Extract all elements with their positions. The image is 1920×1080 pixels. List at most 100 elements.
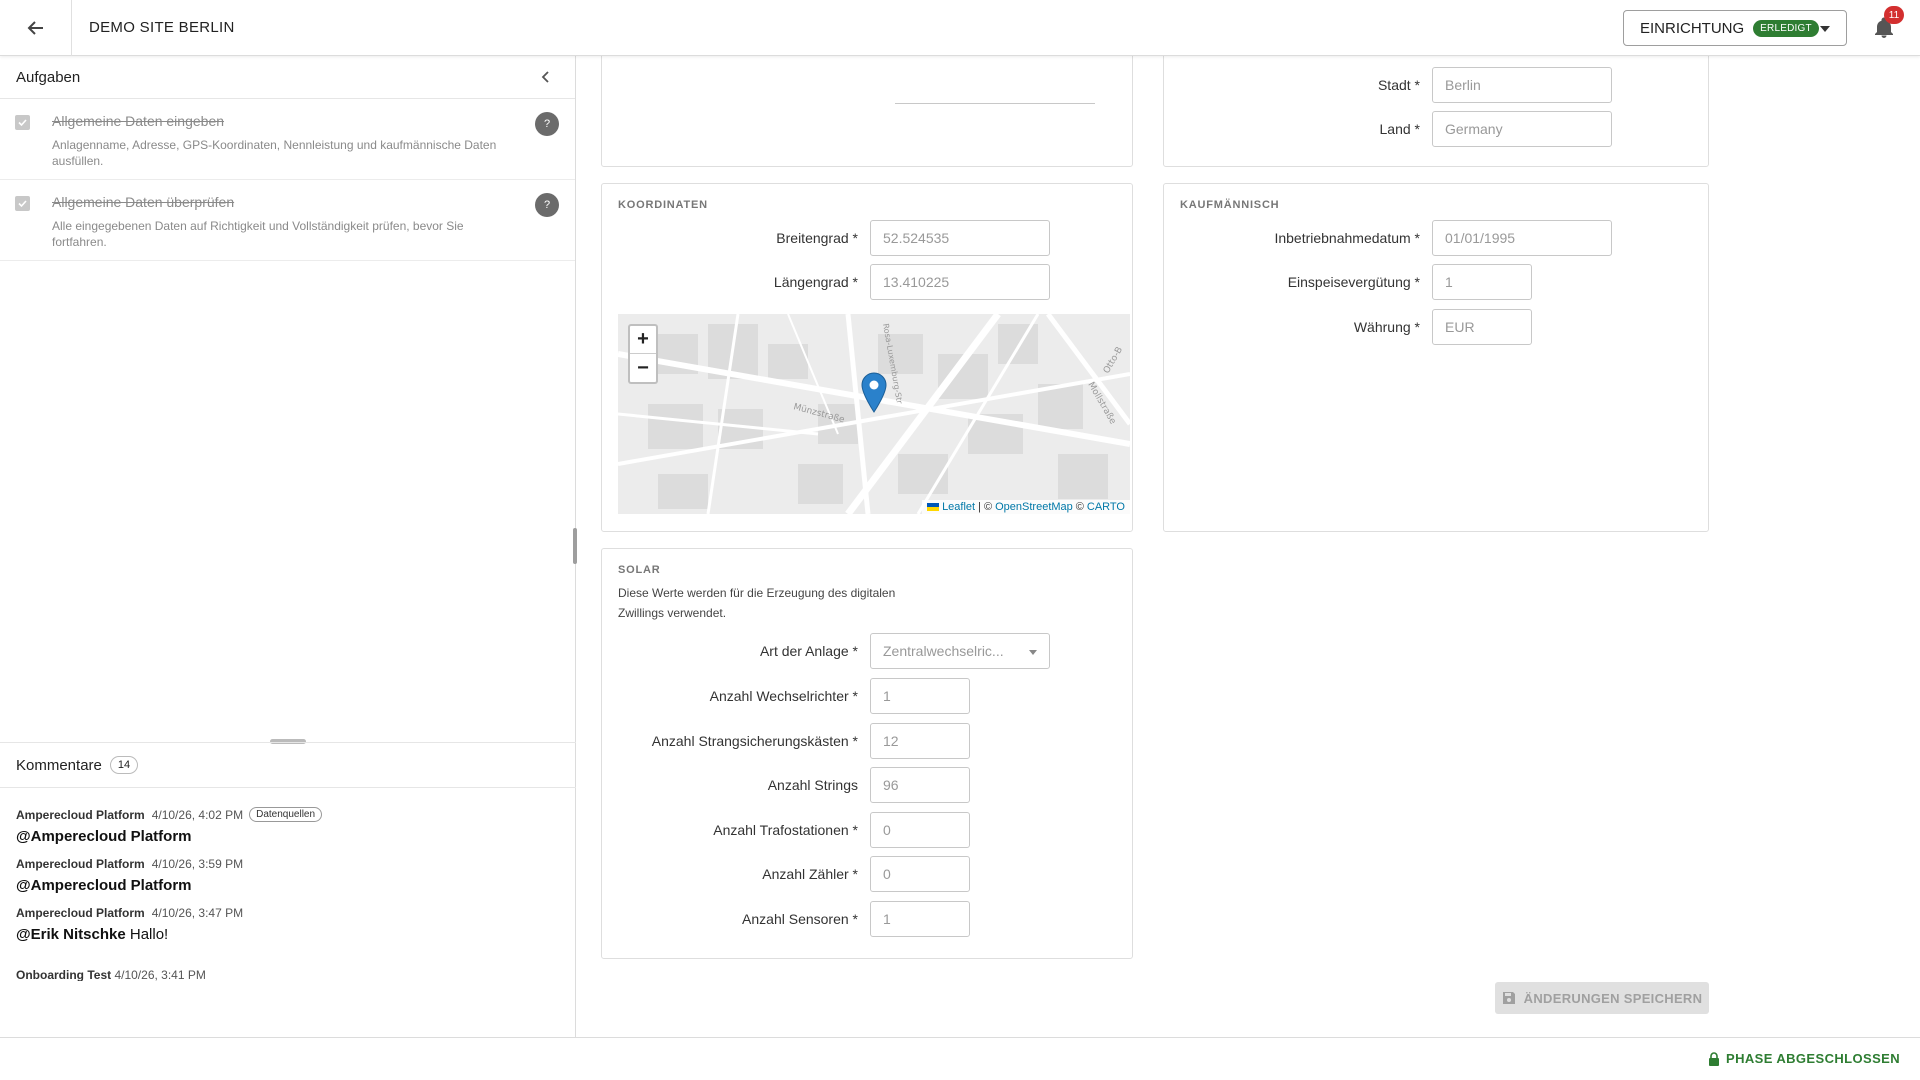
comment-item: Amperecloud Platform 4/10/26, 3:59 PM @A…: [16, 857, 576, 894]
site-title: DEMO SITE BERLIN: [89, 19, 235, 36]
longitude-label: Längengrad *: [773, 274, 858, 290]
save-changes-label: ÄNDERUNGEN SPEICHERN: [1523, 990, 1703, 1006]
currency-input[interactable]: EUR: [1432, 309, 1532, 345]
osm-link[interactable]: OpenStreetMap: [995, 501, 1073, 513]
city-input[interactable]: Berlin: [1432, 67, 1612, 103]
task-description: Alle eingegebenen Daten auf Richtigkeit …: [52, 219, 464, 249]
phase-select[interactable]: EINRICHTUNG ERLEDIGT: [1623, 10, 1847, 46]
longitude-row: Längengrad * 13.410225: [602, 264, 1050, 300]
longitude-input[interactable]: 13.410225: [870, 264, 1050, 300]
commissioning-date-input[interactable]: 01/01/1995: [1432, 220, 1612, 256]
address-card: Stadt * Berlin Land * Germany: [1163, 46, 1709, 167]
coordinates-title: KOORDINATEN: [618, 199, 708, 211]
feed-in-tariff-label: Einspeisevergütung *: [1287, 274, 1420, 290]
comments-title: Kommentare: [16, 756, 102, 774]
task-item[interactable]: Allgemeine Daten überprüfen Alle eingege…: [0, 180, 575, 261]
solar-title: SOLAR: [618, 564, 661, 576]
comment-text: Hallo!: [129, 926, 169, 943]
save-changes-button[interactable]: ÄNDERUNGEN SPEICHERN: [1495, 982, 1709, 1014]
comment-mention[interactable]: @Amperecloud Platform: [16, 877, 192, 894]
input-partial: [895, 103, 1095, 104]
comment-item: Amperecloud Platform 4/10/26, 4:02 PM Da…: [16, 807, 576, 845]
plant-type-value: Zentralwechselric...: [883, 643, 1004, 659]
top-bar: DEMO SITE BERLIN EINRICHTUNG ERLEDIGT 11: [0, 0, 1920, 56]
comment-mention[interactable]: @Amperecloud Platform: [16, 828, 192, 845]
map-attribution: Leaflet | © OpenStreetMap © CARTO: [922, 500, 1130, 514]
comment-author: Onboarding Test: [16, 968, 112, 981]
back-button[interactable]: [0, 0, 72, 56]
comment-time: 4/10/26, 3:41 PM: [114, 968, 206, 981]
caret-down-icon: [1029, 650, 1037, 655]
sensors-label: Anzahl Sensoren *: [742, 911, 858, 927]
comment-time: 4/10/26, 4:02 PM: [151, 807, 244, 822]
meters-row: Anzahl Zähler * 0: [602, 856, 970, 892]
transformers-label: Anzahl Trafostationen *: [713, 822, 858, 838]
inverters-row: Anzahl Wechselrichter * 1: [602, 678, 970, 714]
commissioning-date-label: Inbetriebnahmedatum *: [1274, 230, 1420, 246]
bottom-bar: PHASE ABGESCHLOSSEN: [0, 1037, 1920, 1080]
sensors-input[interactable]: 1: [870, 901, 970, 937]
task-item[interactable]: Allgemeine Daten eingeben Anlagenname, A…: [0, 99, 575, 180]
inverters-label: Anzahl Wechselrichter *: [709, 688, 858, 704]
phase-label: EINRICHTUNG: [1640, 19, 1745, 37]
plant-type-select[interactable]: Zentralwechselric...: [870, 633, 1050, 669]
help-icon[interactable]: ?: [535, 112, 559, 136]
zoom-out-button[interactable]: −: [630, 354, 656, 382]
country-label: Land *: [1379, 121, 1420, 137]
comments-list[interactable]: Amperecloud Platform 4/10/26, 4:02 PM Da…: [0, 789, 576, 981]
map[interactable]: Münzstraße Mollstraße Otto-B Rosa-Luxemb…: [618, 314, 1130, 514]
checkbox-checked-icon[interactable]: [15, 115, 30, 130]
attribution-separator: | ©: [978, 501, 993, 513]
fuseboxes-label: Anzahl Strangsicherungskästen *: [651, 733, 858, 749]
left-panel: Aufgaben Allgemeine Daten eingeben Anlag…: [0, 56, 576, 1080]
main-content: Stadt * Berlin Land * Germany KOORDINATE…: [577, 46, 1920, 1037]
commercial-card: KAUFMÄNNISCH Inbetriebnahmedatum * 01/01…: [1163, 183, 1709, 532]
map-marker-icon[interactable]: [861, 372, 887, 414]
arrow-left-icon: [27, 21, 43, 35]
fuseboxes-input[interactable]: 12: [870, 723, 970, 759]
country-input[interactable]: Germany: [1432, 111, 1612, 147]
tariff-row: Einspeisevergütung * 1: [1164, 264, 1532, 300]
comment-tag[interactable]: Datenquellen: [249, 807, 323, 822]
plant-type-label: Art der Anlage *: [759, 643, 858, 659]
floppy-disk-icon: [1502, 992, 1515, 1004]
comment-mention[interactable]: @Erik Nitschke: [16, 926, 126, 943]
latitude-label: Breitengrad *: [776, 230, 858, 246]
feed-in-tariff-input[interactable]: 1: [1432, 264, 1532, 300]
meters-input[interactable]: 0: [870, 856, 970, 892]
zoom-in-button[interactable]: +: [630, 326, 656, 354]
currency-row: Währung * EUR: [1164, 309, 1532, 345]
coordinates-card: KOORDINATEN Breitengrad * 52.524535 Läng…: [601, 183, 1133, 532]
currency-label: Währung *: [1353, 319, 1420, 335]
checkbox-checked-icon[interactable]: [15, 196, 30, 211]
comment-time: 4/10/26, 3:59 PM: [151, 857, 244, 871]
strings-label: Anzahl Strings: [767, 777, 858, 793]
tasks-header: Aufgaben: [0, 56, 575, 99]
fuseboxes-row: Anzahl Strangsicherungskästen * 12: [602, 723, 970, 759]
transformers-row: Anzahl Trafostationen * 0: [602, 812, 970, 848]
inverters-input[interactable]: 1: [870, 678, 970, 714]
strings-input[interactable]: 96: [870, 767, 970, 803]
carto-link[interactable]: CARTO: [1087, 501, 1125, 513]
phase-status-badge: ERLEDIGT: [1753, 19, 1819, 37]
chevron-left-icon[interactable]: [539, 70, 553, 84]
commercial-title: KAUFMÄNNISCH: [1180, 199, 1280, 211]
attribution-copy: ©: [1075, 501, 1084, 513]
comment-author: Amperecloud Platform: [16, 857, 145, 871]
comment-item: Amperecloud Platform 4/10/26, 3:47 PM @E…: [16, 906, 576, 943]
comments-count-badge: 14: [109, 756, 139, 774]
comment-time: 4/10/26, 3:47 PM: [151, 906, 244, 920]
phase-completed-status: PHASE ABGESCHLOSSEN: [1708, 1051, 1900, 1066]
leaflet-link[interactable]: Leaflet: [942, 501, 975, 513]
tasks-title: Aufgaben: [16, 68, 81, 86]
comments-header: Kommentare 14: [0, 742, 576, 788]
help-icon[interactable]: ?: [535, 193, 559, 217]
latitude-input[interactable]: 52.524535: [870, 220, 1050, 256]
meters-label: Anzahl Zähler *: [762, 866, 858, 882]
date-row: Inbetriebnahmedatum * 01/01/1995: [1164, 220, 1612, 256]
task-description: Anlagenname, Adresse, GPS-Koordinaten, N…: [52, 138, 497, 168]
map-tiles: Münzstraße Mollstraße Otto-B Rosa-Luxemb…: [618, 314, 1130, 514]
general-card-partial: [601, 46, 1133, 167]
transformers-input[interactable]: 0: [870, 812, 970, 848]
lock-icon: [1709, 1051, 1720, 1066]
